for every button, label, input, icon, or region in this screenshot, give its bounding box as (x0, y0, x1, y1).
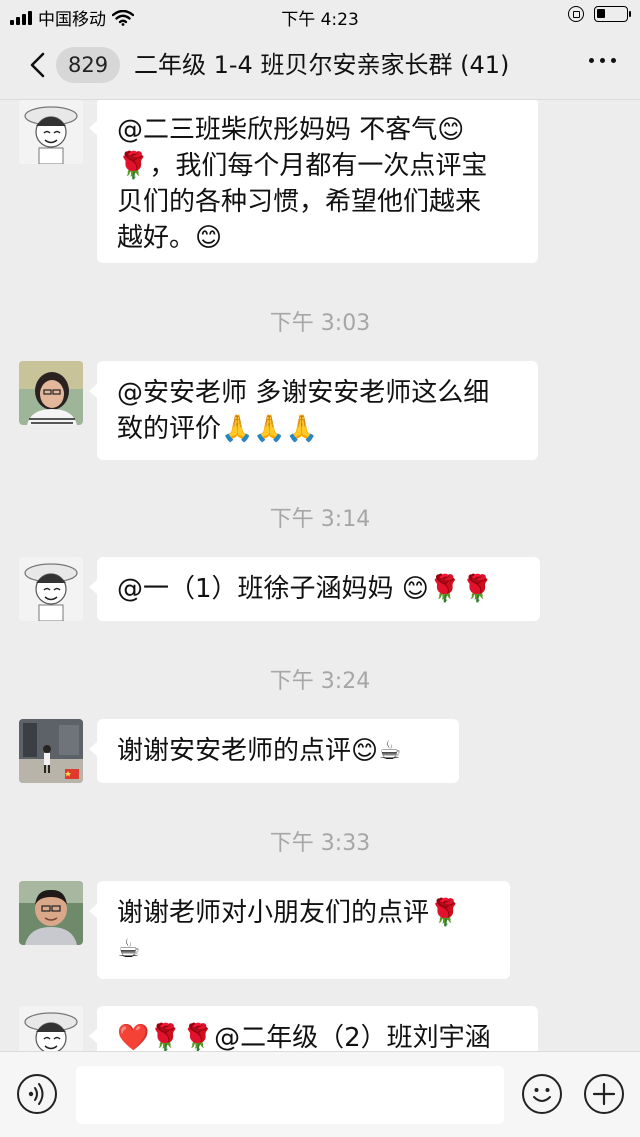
timestamp: 下午 3:03 (269, 311, 371, 336)
chat-title: 二年级 1-4 班贝尔安亲家长群 (41) (134, 51, 510, 79)
smiley-icon (533, 1088, 551, 1102)
message-bubble[interactable]: ❤️🌹🌹@二年级（2）班刘宇涵 (89, 1006, 538, 1051)
chat-area[interactable]: @二三班柴欣彤妈妈 不客气😊 🌹，我们每个月都有一次点评宝 贝们的各种习惯，希望… (0, 100, 640, 1051)
message-line: 🌹，我们每个月都有一次点评宝 (117, 151, 488, 181)
cartoon-avatar[interactable] (19, 557, 83, 621)
woman-avatar[interactable] (19, 361, 83, 425)
message-line: 谢谢老师对小朋友们的点评🌹 (117, 898, 462, 928)
cartoon-avatar[interactable] (19, 100, 83, 164)
message-line: @二三班柴欣彤妈妈 不客气😊 (117, 115, 465, 145)
message-line: 贝们的各种习惯，希望他们越来 (117, 187, 482, 217)
timestamp: 下午 3:24 (269, 669, 371, 694)
message-bubble[interactable]: 谢谢老师对小朋友们的点评🌹 ☕ (89, 881, 510, 979)
man-photo-icon (19, 881, 83, 945)
nav-bar: 829 二年级 1-4 班贝尔安亲家长群 (41) (0, 30, 640, 100)
message-line: 致的评价🙏🙏🙏 (117, 414, 319, 444)
unread-count-badge[interactable]: 829 (56, 47, 121, 83)
child-photo-avatar[interactable] (19, 719, 83, 783)
cartoon-avatar-icon (19, 557, 83, 621)
cartoon-avatar-icon (19, 100, 83, 164)
status-right (568, 6, 631, 22)
voice-icon[interactable] (17, 1074, 57, 1114)
message-bubble[interactable]: @安安老师 多谢安安老师这么细 致的评价🙏🙏🙏 (89, 361, 538, 460)
message-line: ❤️🌹🌹@二年级（2）班刘宇涵 (117, 1023, 491, 1051)
man-avatar[interactable] (19, 881, 83, 945)
timestamp: 下午 3:14 (269, 507, 371, 532)
chevron-left-icon[interactable] (28, 52, 48, 78)
message-line: 谢谢安安老师的点评😊☕ (117, 736, 402, 766)
message-bubble[interactable]: @二三班柴欣彤妈妈 不客气😊 🌹，我们每个月都有一次点评宝 贝们的各种习惯，希望… (89, 100, 538, 263)
message-line: 越好。😊 (117, 223, 223, 253)
battery-icon (594, 6, 631, 22)
message-line: @一（1）班徐子涵妈妈 😊🌹🌹 (117, 574, 494, 604)
cartoon-avatar-icon (19, 1006, 83, 1051)
plus-sign-icon (592, 1082, 616, 1106)
status-bar: 中国移动 下午 4:23 (0, 0, 640, 30)
message-line: ☕ (117, 934, 141, 964)
message-line: @安安老师 多谢安安老师这么细 (117, 378, 490, 408)
plus-icon[interactable] (584, 1074, 624, 1114)
message-input[interactable] (76, 1066, 504, 1124)
message-bubble[interactable]: 谢谢安安老师的点评😊☕ (89, 719, 459, 783)
message-bubble[interactable]: @一（1）班徐子涵妈妈 😊🌹🌹 (89, 557, 540, 621)
voice-waves-icon (28, 1083, 44, 1105)
rotation-lock-icon (568, 6, 584, 22)
more-dots-icon[interactable] (589, 58, 616, 63)
child-photo-icon (19, 719, 83, 783)
input-bar (0, 1051, 640, 1137)
woman-photo-icon (19, 361, 83, 425)
timestamp: 下午 3:33 (269, 831, 371, 856)
emoji-icon[interactable] (522, 1074, 562, 1114)
status-time: 下午 4:23 (281, 10, 359, 30)
cartoon-avatar[interactable] (19, 1006, 83, 1051)
